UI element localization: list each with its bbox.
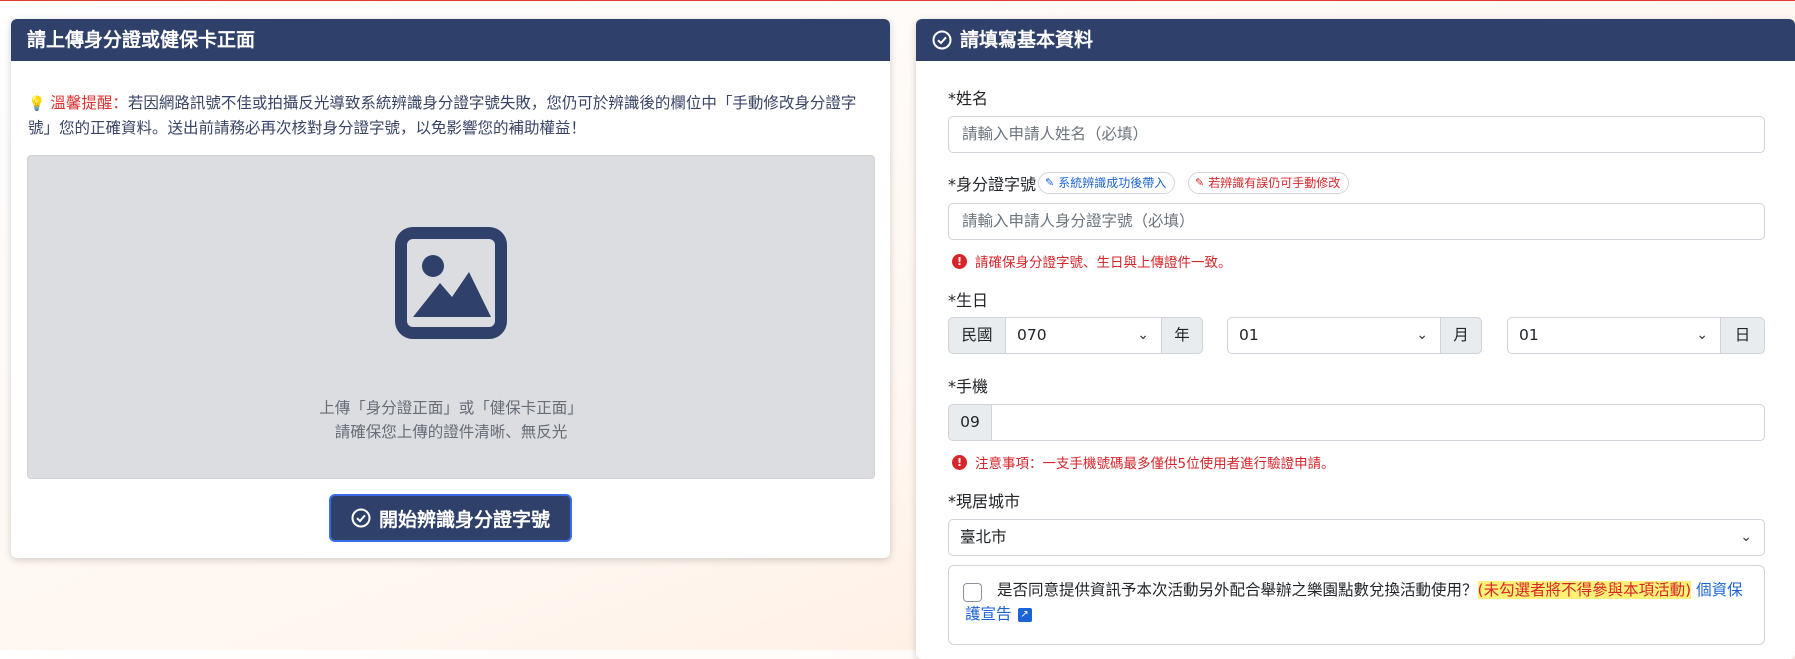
- phone-note-text: 注意事項：一支手機號碼最多僅供5位使用者進行驗證申請。: [975, 456, 1335, 472]
- consent-warning: (未勾選者將不得參與本項活動): [1477, 581, 1692, 599]
- id-input[interactable]: 請輸入申請人身分證字號（必填）: [948, 203, 1765, 240]
- name-label: *姓名: [948, 89, 989, 108]
- recognize-button-label: 開始辨識身分證字號: [378, 508, 550, 531]
- id-label: *身分證字號: [948, 175, 1037, 194]
- phone-prefix: 09: [948, 404, 992, 441]
- upload-line-2: 請確保您上傳的證件清晰、無反光: [334, 423, 568, 441]
- exclamation-circle-icon: !: [952, 454, 967, 470]
- city-label: *現居城市: [948, 492, 1021, 511]
- auto-fill-badge: ✎ 系統辨識成功後帶入: [1038, 172, 1176, 194]
- day-select-value: 01: [1519, 326, 1539, 344]
- chevron-down-icon: ⌄: [1416, 327, 1428, 343]
- tip-body: 若因網路訊號不佳或拍攝反光導致系統辨識身分證字號失敗，您仍可於辨識後的欄位中「手…: [28, 94, 857, 137]
- lightbulb-icon: 💡: [28, 96, 46, 112]
- consent-text: 是否同意提供資訊予本次活動另外配合舉辦之樂園點數兌換活動使用？(未勾選者將不得參…: [965, 578, 1750, 626]
- era-prefix: 民國: [948, 317, 1006, 354]
- basic-info-card-header: 請填寫基本資料: [916, 19, 1795, 61]
- city-select[interactable]: 臺北市 ⌄: [948, 519, 1765, 556]
- name-input[interactable]: 請輸入申請人姓名（必填）: [948, 116, 1765, 153]
- magic-wand-icon: ✎: [1045, 176, 1055, 189]
- chevron-down-icon: ⌄: [1137, 327, 1149, 343]
- month-select[interactable]: 01 ⌄: [1227, 317, 1441, 354]
- upload-card-title: 請上傳身分證或健保卡正面: [27, 29, 256, 51]
- city-select-value: 臺北市: [960, 528, 1007, 546]
- month-suffix: 月: [1440, 317, 1482, 354]
- manual-edit-badge: ✎ 若辨識有誤仍可手動修改: [1188, 172, 1350, 194]
- basic-info-card: 請填寫基本資料 *姓名 請輸入申請人姓名（必填） *身分證字號 ✎ 系統辨識成功…: [916, 19, 1795, 659]
- exclamation-circle-icon: !: [952, 253, 967, 269]
- year-suffix: 年: [1161, 317, 1203, 354]
- id-error: ! 請確保身分證字號、生日與上傳證件一致。: [952, 251, 1232, 271]
- upload-card: 請上傳身分證或健保卡正面 💡 溫馨提醒：若因網路訊號不佳或拍攝反光導致系統辨識身…: [11, 19, 890, 558]
- check-circle-icon: [351, 508, 371, 528]
- consent-box: 是否同意提供資訊予本次活動另外配合舉辦之樂園點數兌換活動使用？(未勾選者將不得參…: [948, 565, 1765, 645]
- tip-text: 💡 溫馨提醒：若因網路訊號不佳或拍攝反光導致系統辨識身分證字號失敗，您仍可於辨識…: [28, 91, 878, 140]
- upload-card-header: 請上傳身分證或健保卡正面: [11, 19, 890, 61]
- auto-fill-badge-text: 系統辨識成功後帶入: [1058, 176, 1167, 190]
- tip-label: 溫馨提醒：: [50, 94, 128, 112]
- edit-icon: ✎: [1195, 176, 1205, 189]
- id-error-text: 請確保身分證字號、生日與上傳證件一致。: [975, 255, 1232, 271]
- recognize-id-button[interactable]: 開始辨識身分證字號: [329, 494, 572, 542]
- upload-line-1: 上傳「身分證正面」或「健保卡正面」: [319, 399, 583, 417]
- basic-info-card-title: 請填寫基本資料: [960, 29, 1094, 51]
- year-select[interactable]: 070 ⌄: [1005, 317, 1162, 354]
- external-link-icon: ↗: [1017, 607, 1032, 622]
- day-suffix: 日: [1720, 317, 1765, 354]
- upload-instructions: 上傳「身分證正面」或「健保卡正面」 請確保您上傳的證件清晰、無反光: [28, 396, 874, 444]
- phone-input[interactable]: [991, 404, 1765, 441]
- birthday-label: *生日: [948, 291, 989, 310]
- manual-edit-badge-text: 若辨識有誤仍可手動修改: [1208, 176, 1341, 190]
- month-select-value: 01: [1239, 326, 1259, 344]
- check-circle-icon: [932, 30, 952, 50]
- image-icon: [395, 227, 507, 339]
- phone-label: *手機: [948, 377, 989, 396]
- year-select-value: 070: [1017, 326, 1047, 344]
- consent-question: 是否同意提供資訊予本次活動另外配合舉辦之樂園點數兌換活動使用？: [997, 581, 1478, 599]
- day-select[interactable]: 01 ⌄: [1507, 317, 1721, 354]
- upload-dropzone[interactable]: 上傳「身分證正面」或「健保卡正面」 請確保您上傳的證件清晰、無反光: [27, 155, 875, 479]
- phone-note: ! 注意事項：一支手機號碼最多僅供5位使用者進行驗證申請。: [952, 452, 1335, 472]
- chevron-down-icon: ⌄: [1740, 529, 1752, 545]
- chevron-down-icon: ⌄: [1696, 327, 1708, 343]
